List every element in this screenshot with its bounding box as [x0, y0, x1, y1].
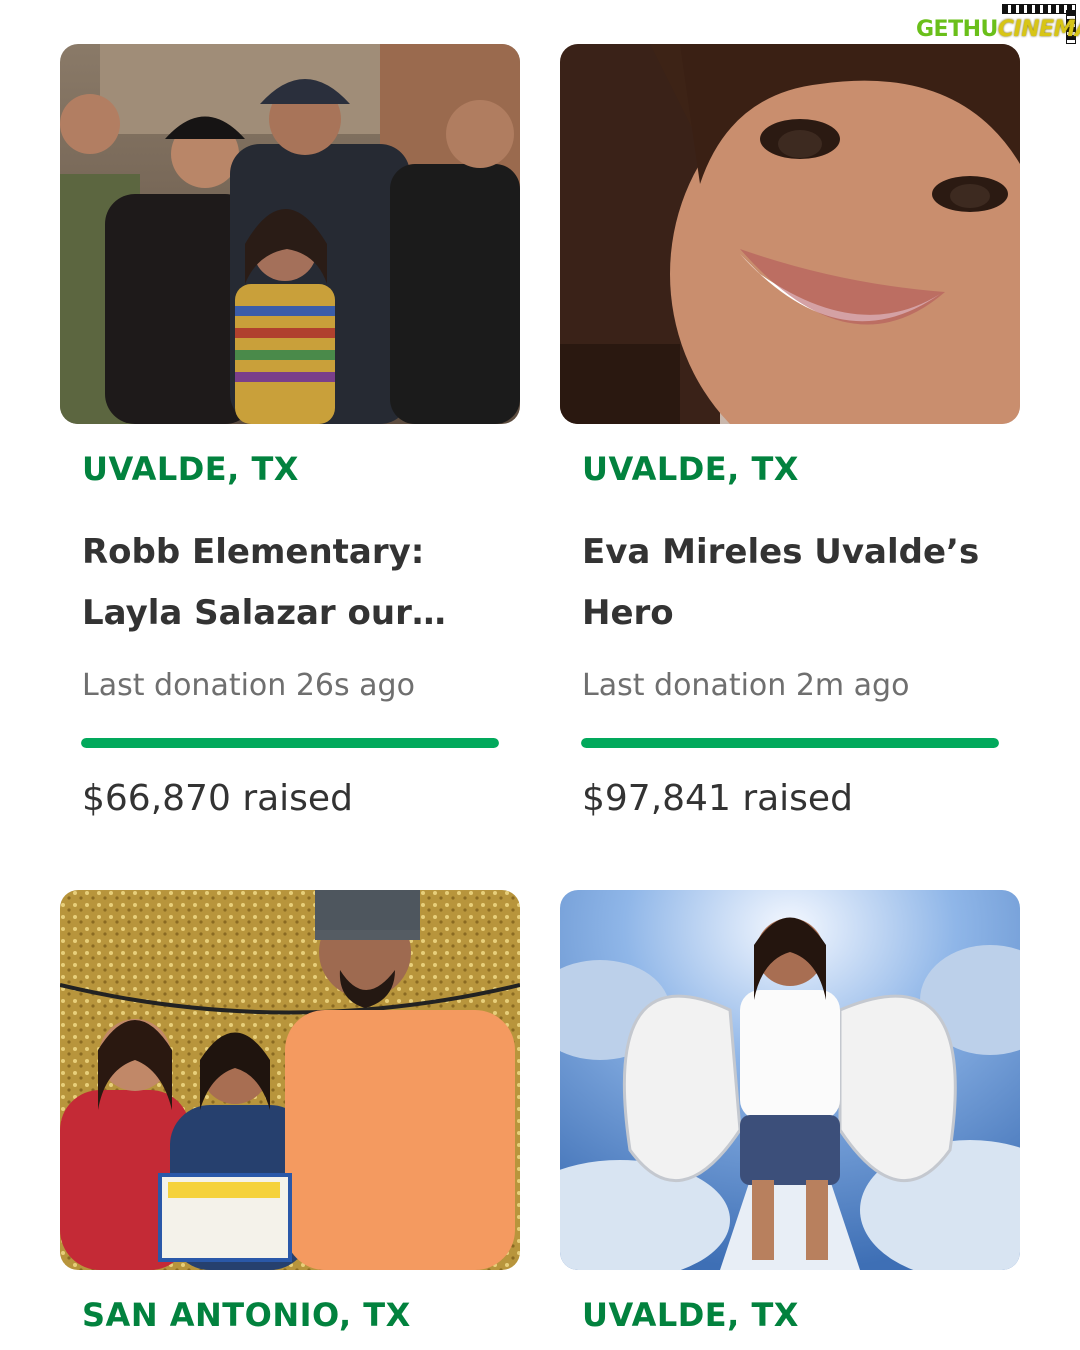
fundraiser-location: UVALDE, TX — [582, 450, 799, 488]
fundraiser-location: UVALDE, TX — [82, 450, 299, 488]
watermark-logo: GETHUCINEMA — [916, 4, 1080, 44]
progress-bar — [81, 738, 499, 748]
amount-raised: $97,841 raised — [582, 778, 853, 819]
fundraiser-card[interactable]: SAN ANTONIO, TX — [60, 890, 520, 1334]
fundraiser-location: UVALDE, TX — [582, 1296, 799, 1334]
fundraiser-photo[interactable] — [60, 44, 520, 424]
fundraiser-title[interactable]: Eva Mireles Uvalde’s Hero — [582, 522, 1012, 644]
fundraiser-card[interactable]: UVALDE, TX — [560, 890, 1020, 1334]
fundraiser-title[interactable]: Robb Elementary: Layla Salazar our belov… — [82, 522, 512, 644]
film-strip-icon — [1002, 4, 1076, 14]
last-donation-text: Last donation 2m ago — [582, 668, 910, 703]
progress-bar-fill — [581, 738, 999, 748]
watermark-text: GETHUCINEMA — [916, 17, 1080, 42]
fundraiser-photo[interactable] — [560, 44, 1020, 424]
fundraiser-photo[interactable] — [60, 890, 520, 1270]
fundraiser-photo[interactable] — [560, 890, 1020, 1270]
amount-raised: $66,870 raised — [82, 778, 353, 819]
fundraiser-card[interactable]: UVALDE, TX Robb Elementary: Layla Salaza… — [60, 44, 520, 819]
fundraiser-location: SAN ANTONIO, TX — [82, 1296, 411, 1334]
fundraiser-card[interactable]: UVALDE, TX Eva Mireles Uvalde’s Hero Las… — [560, 44, 1020, 819]
fundraiser-grid: GETHUCINEMA — [0, 0, 1080, 1350]
progress-bar — [581, 738, 999, 748]
last-donation-text: Last donation 26s ago — [82, 668, 415, 703]
progress-bar-fill — [81, 738, 499, 748]
